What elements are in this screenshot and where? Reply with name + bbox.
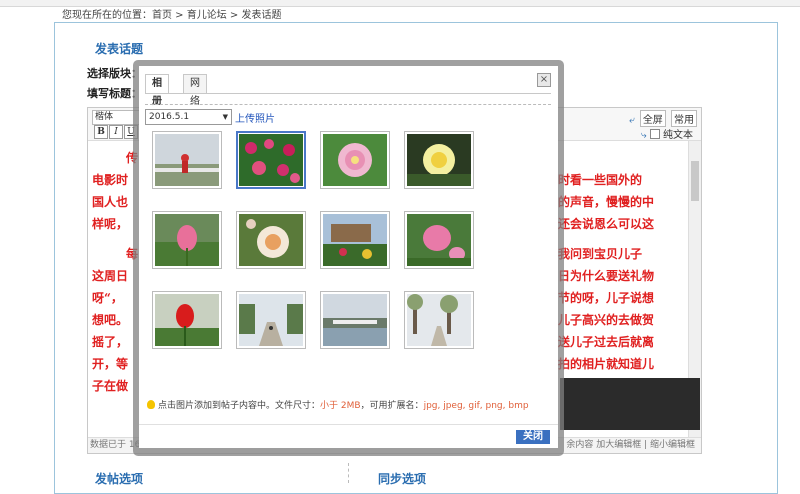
- photo-thumbnail[interactable]: [236, 131, 306, 189]
- editor-size-links[interactable]: 余内容 加大编辑框 | 缩小编辑框: [566, 438, 695, 453]
- common-button[interactable]: 常用: [671, 110, 697, 127]
- photo-white-peony: [239, 214, 303, 266]
- tab-web-image[interactable]: 网络图片: [183, 74, 207, 143]
- photo-thumbnail[interactable]: [404, 131, 474, 189]
- page-title: 发表话题: [95, 42, 144, 56]
- tab-baseline: [145, 93, 551, 94]
- text-line: 呀“，: [92, 291, 123, 305]
- photo-trees-path: [407, 294, 471, 346]
- dashed-divider: [145, 104, 551, 105]
- close-button[interactable]: 关闭: [516, 430, 550, 444]
- undo-icon[interactable]: ⤶: [629, 115, 635, 126]
- post-options-heading: 发帖选项: [95, 472, 144, 486]
- photo-thumbnail[interactable]: [320, 211, 390, 269]
- breadcrumb-home[interactable]: 首页: [152, 10, 172, 21]
- plain-text-checkbox[interactable]: [649, 129, 660, 139]
- image-picker-dialog: 相册 网络图片 × 2016.5.1 ▼ 上传照片 点击图片添加到帖子内容中。文…: [139, 66, 558, 448]
- text-line: 开，等: [92, 357, 129, 371]
- plain-text-toggle[interactable]: ⤷ 纯文本: [641, 126, 693, 141]
- text-line: 这周日: [92, 269, 129, 283]
- scrollbar-thumb[interactable]: [691, 161, 699, 201]
- breadcrumb-forum[interactable]: 育儿论坛: [187, 10, 227, 21]
- text-line: 想吧。: [92, 313, 129, 327]
- redo-icon[interactable]: ⤷: [641, 130, 647, 141]
- chevron-down-icon: ▼: [222, 113, 228, 121]
- lightbulb-icon: [147, 400, 155, 409]
- photo-thumbnail[interactable]: [236, 211, 306, 269]
- upload-tip: 点击图片添加到帖子内容中。文件尺寸：小于 2MB，可用扩展名：jpg, jpeg…: [147, 398, 529, 411]
- tip-extensions: jpg, jpeg, gif, png, bmp: [423, 401, 529, 411]
- breadcrumb-sep: >: [172, 10, 187, 21]
- breadcrumb-current: 发表话题: [241, 10, 282, 21]
- text-line: 国人也: [92, 195, 129, 209]
- bold-button[interactable]: B: [94, 125, 108, 139]
- breadcrumb-sep: >: [226, 10, 242, 21]
- dialog-footer-line: [139, 424, 558, 425]
- tip-mid: ，可用扩展名：: [360, 401, 424, 411]
- text-line: 子在做: [92, 379, 129, 393]
- tip-text: 点击图片添加到帖子内容中。文件尺寸：: [158, 401, 321, 411]
- photo-thumbnail[interactable]: [404, 211, 474, 269]
- album-select-value: 2016.5.1: [149, 112, 190, 122]
- breadcrumb: 您现在所在的位置：首页 > 育儿论坛 > 发表话题: [62, 6, 282, 21]
- photo-thumbnail[interactable]: [152, 211, 222, 269]
- photo-thumbnail[interactable]: [236, 291, 306, 349]
- photo-yellow-peony: [407, 134, 471, 186]
- text-line: 样呢，: [92, 217, 129, 231]
- embedded-photo: [560, 378, 700, 430]
- fullscreen-button[interactable]: 全屏: [639, 110, 666, 127]
- plain-text-label: 纯文本: [663, 130, 693, 141]
- photo-thumbnail[interactable]: [404, 291, 474, 349]
- photo-thumbnail[interactable]: [320, 291, 390, 349]
- photo-red-tulip: [155, 294, 219, 346]
- photo-pink-peony: [323, 134, 387, 186]
- text-line: 电影时: [92, 173, 129, 187]
- section-divider: [348, 463, 349, 483]
- tab-album[interactable]: 相册: [145, 74, 169, 107]
- photo-garden-building: [323, 214, 387, 266]
- editor-right-tools: ⤶ 全屏 常用: [629, 110, 697, 127]
- breadcrumb-prefix: 您现在所在的位置：: [62, 10, 152, 21]
- photo-pink-tulip: [407, 214, 471, 266]
- album-select[interactable]: 2016.5.1 ▼: [145, 109, 232, 125]
- sync-options-heading: 同步选项: [378, 472, 427, 486]
- upload-photo-link[interactable]: 上传照片: [235, 110, 275, 125]
- photo-walkway-people: [239, 294, 303, 346]
- photo-thumbnail[interactable]: [152, 291, 222, 349]
- text-line: 摇了，: [92, 335, 129, 349]
- photo-thumbnail[interactable]: [320, 131, 390, 189]
- photo-lake-walkway: [155, 134, 219, 186]
- photo-thumbnail[interactable]: [152, 131, 222, 189]
- photo-pink-peony-field: [239, 134, 303, 186]
- italic-button[interactable]: I: [109, 125, 123, 139]
- close-icon[interactable]: ×: [537, 73, 551, 87]
- photo-river-bridge: [323, 294, 387, 346]
- tip-size: 小于 2MB: [320, 401, 361, 411]
- photo-pink-tulip-grass: [155, 214, 219, 266]
